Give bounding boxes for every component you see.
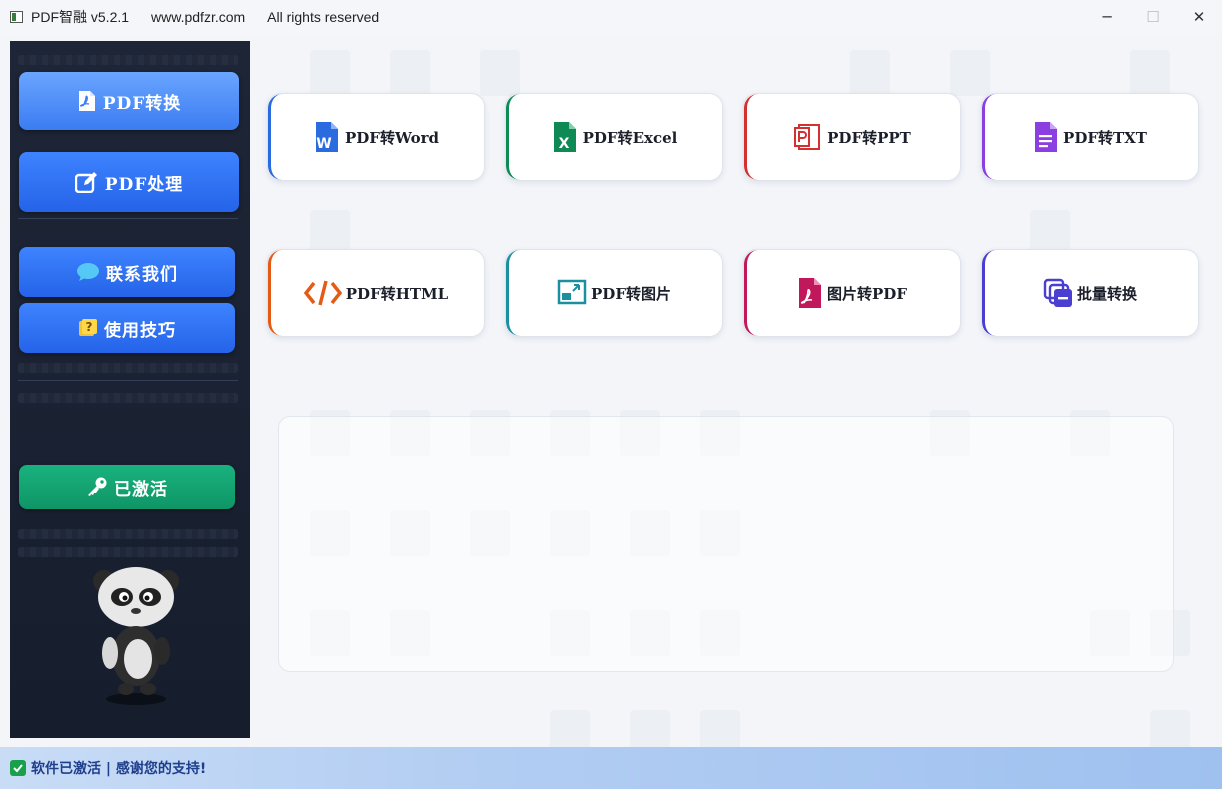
pdf-process-button[interactable]: PDF处理 bbox=[19, 152, 239, 212]
chat-bubble-icon bbox=[76, 262, 100, 282]
sidebar-stripe bbox=[18, 529, 238, 539]
sidebar-stripe bbox=[18, 547, 238, 557]
card-label: 批量转换 bbox=[1076, 284, 1137, 303]
check-icon bbox=[10, 760, 26, 776]
ppt-icon bbox=[793, 122, 823, 152]
svg-text:?: ? bbox=[86, 320, 94, 334]
contact-us-button[interactable]: 联系我们 bbox=[19, 247, 235, 297]
contact-us-label: 联系我们 bbox=[106, 264, 178, 285]
sidebar-divider bbox=[18, 218, 238, 219]
card-label: PDF转Word bbox=[345, 128, 439, 147]
app-icon bbox=[10, 11, 23, 23]
html-icon bbox=[303, 279, 342, 307]
status-text: 软件已激活 | 感谢您的支持! bbox=[31, 761, 207, 777]
card-label: PDF转图片 bbox=[591, 284, 671, 303]
pdf-to-html-card[interactable]: PDF转HTML bbox=[267, 249, 485, 337]
excel-icon: X bbox=[551, 121, 579, 153]
image-to-pdf-card[interactable]: 图片转PDF bbox=[743, 249, 961, 337]
minimize-button[interactable]: ─ bbox=[1084, 0, 1130, 34]
app-title: PDF智融 v5.2.1 bbox=[31, 9, 130, 25]
batch-icon bbox=[1043, 278, 1073, 308]
website-text: www.pdfzr.com bbox=[151, 9, 246, 25]
title-bar: PDF智融 v5.2.1 www.pdfzr.com All rights re… bbox=[0, 0, 1222, 34]
pdf-convert-label: PDF转换 bbox=[102, 93, 182, 114]
card-label: PDF转Excel bbox=[582, 128, 678, 147]
maximize-button[interactable]: ☐ bbox=[1130, 0, 1176, 34]
batch-convert-card[interactable]: 批量转换 bbox=[981, 249, 1199, 337]
sidebar: PDF转换 PDF处理 联系我们 ? 使用技巧 已激活 bbox=[10, 41, 250, 738]
edit-icon bbox=[74, 171, 99, 193]
sidebar-stripe bbox=[18, 55, 238, 65]
card-label: 图片转PDF bbox=[827, 284, 907, 303]
card-label: PDF转HTML bbox=[345, 284, 449, 303]
card-label: PDF转PPT bbox=[827, 128, 911, 147]
status-bar: 软件已激活 | 感谢您的支持! bbox=[0, 747, 1222, 789]
tips-button[interactable]: ? 使用技巧 bbox=[19, 303, 235, 353]
pdf-to-image-card[interactable]: PDF转图片 bbox=[505, 249, 723, 337]
activated-label: 已激活 bbox=[114, 479, 168, 500]
pdf-file-icon bbox=[77, 90, 97, 112]
svg-text:W: W bbox=[316, 136, 331, 152]
pdf-icon bbox=[797, 277, 823, 309]
word-icon: W bbox=[313, 121, 341, 153]
panda-mascot bbox=[86, 561, 186, 711]
tips-label: 使用技巧 bbox=[104, 320, 176, 341]
window-controls: ─ ☐ ✕ bbox=[1084, 0, 1222, 34]
card-label: PDF转TXT bbox=[1063, 128, 1147, 147]
activated-button[interactable]: 已激活 bbox=[19, 465, 235, 509]
help-icon: ? bbox=[78, 318, 98, 338]
close-button[interactable]: ✕ bbox=[1176, 0, 1222, 34]
pdf-convert-button[interactable]: PDF转换 bbox=[19, 72, 239, 130]
pdf-to-word-card[interactable]: W PDF转Word bbox=[267, 93, 485, 181]
pdf-to-ppt-card[interactable]: PDF转PPT bbox=[743, 93, 961, 181]
key-icon bbox=[86, 477, 108, 497]
pdf-process-label: PDF处理 bbox=[104, 174, 184, 195]
content-panel bbox=[278, 416, 1174, 672]
pdf-to-excel-card[interactable]: X PDF转Excel bbox=[505, 93, 723, 181]
rights-text: All rights reserved bbox=[267, 9, 380, 25]
sidebar-stripe bbox=[18, 363, 238, 373]
txt-icon bbox=[1033, 121, 1059, 153]
sidebar-divider bbox=[18, 380, 238, 381]
svg-text:X: X bbox=[558, 136, 569, 152]
sidebar-stripe bbox=[18, 393, 238, 403]
pdf-to-txt-card[interactable]: PDF转TXT bbox=[981, 93, 1199, 181]
image-icon bbox=[557, 279, 587, 307]
